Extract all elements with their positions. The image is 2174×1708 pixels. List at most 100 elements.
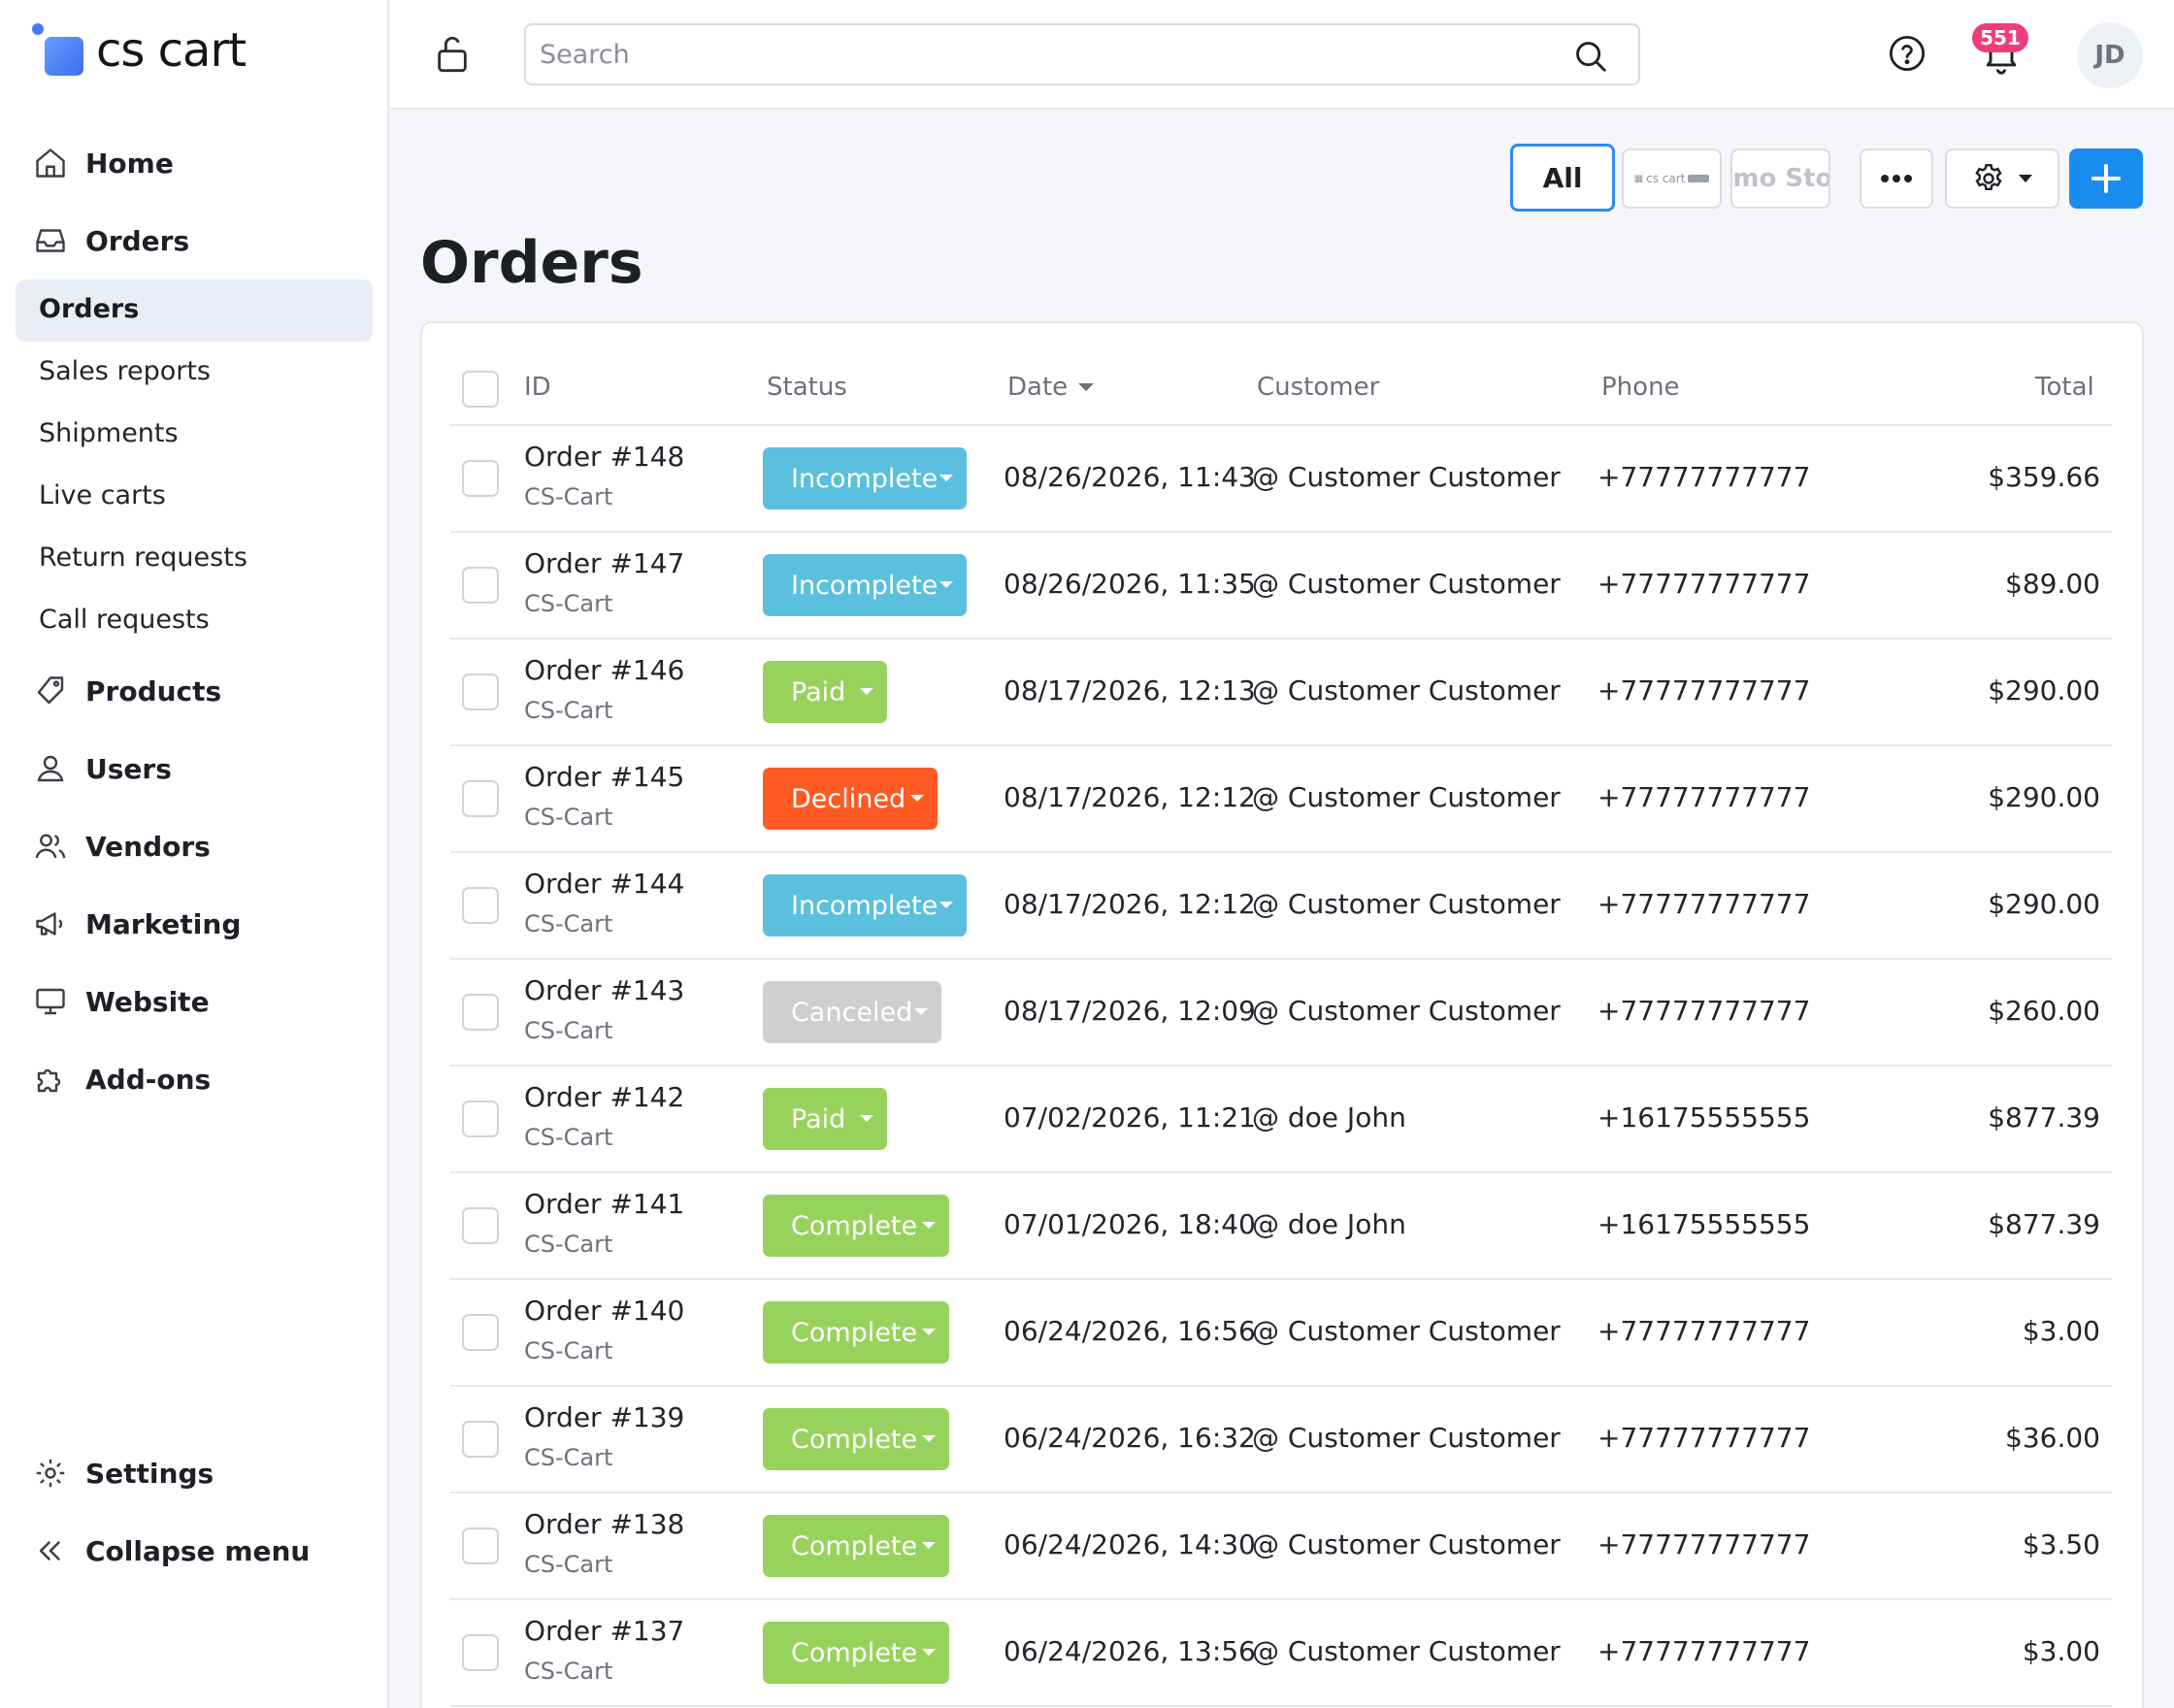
customer-link[interactable]: @ Customer Customer — [1252, 888, 1561, 920]
page-title: Orders — [420, 229, 643, 297]
order-total: $877.39 — [1988, 1208, 2100, 1240]
customer-link[interactable]: @ Customer Customer — [1252, 674, 1561, 706]
brand-logo[interactable]: cs cart — [32, 21, 247, 80]
order-store-name: CS-Cart — [524, 1017, 613, 1044]
settings-dropdown-button[interactable] — [1945, 148, 2059, 209]
customer-phone: +77777777777 — [1598, 461, 1811, 493]
row-checkbox[interactable] — [462, 887, 499, 924]
column-header-customer[interactable]: Customer — [1257, 373, 1379, 402]
caret-down-icon — [922, 1329, 936, 1335]
status-dropdown[interactable]: Complete — [763, 1622, 949, 1684]
order-id-link[interactable]: Order #146 — [524, 654, 684, 686]
more-actions-button[interactable] — [1860, 148, 1933, 209]
status-dropdown[interactable]: Incomplete — [763, 447, 967, 509]
customer-link[interactable]: @ Customer Customer — [1252, 995, 1561, 1027]
customer-link[interactable]: @ Customer Customer — [1252, 781, 1561, 813]
row-checkbox[interactable] — [462, 460, 499, 497]
sidebar-item-label: Users — [85, 752, 172, 785]
column-header-phone[interactable]: Phone — [1601, 373, 1680, 402]
order-id-link[interactable]: Order #141 — [524, 1188, 684, 1220]
row-checkbox[interactable] — [462, 994, 499, 1031]
search-icon[interactable] — [1572, 38, 1609, 79]
sidebar-item-marketing[interactable]: Marketing — [31, 901, 241, 947]
sidebar-subitem-return-requests[interactable]: Return requests — [39, 542, 247, 573]
status-dropdown[interactable]: Incomplete — [763, 874, 967, 936]
sidebar-item-website[interactable]: Website — [31, 978, 210, 1025]
order-id-link[interactable]: Order #140 — [524, 1295, 684, 1327]
status-dropdown[interactable]: Canceled — [763, 981, 941, 1043]
sidebar-item-home[interactable]: Home — [31, 140, 174, 186]
row-checkbox[interactable] — [462, 1314, 499, 1351]
order-id-link[interactable]: Order #137 — [524, 1615, 684, 1647]
user-avatar[interactable]: JD — [2077, 22, 2143, 88]
add-order-button[interactable] — [2069, 148, 2143, 209]
order-id-link[interactable]: Order #142 — [524, 1081, 684, 1113]
column-header-date[interactable]: Date — [1007, 373, 1095, 402]
select-all-checkbox[interactable] — [462, 371, 499, 408]
order-total: $290.00 — [1988, 888, 2100, 920]
order-date: 06/24/2026, 13:56 — [1004, 1635, 1256, 1667]
customer-link[interactable]: @ Customer Customer — [1252, 461, 1561, 493]
status-dropdown[interactable]: Paid — [763, 1088, 887, 1150]
row-checkbox[interactable] — [462, 567, 499, 604]
status-dropdown[interactable]: Complete — [763, 1515, 949, 1577]
status-dropdown[interactable]: Incomplete — [763, 554, 967, 616]
order-id-link[interactable]: Order #138 — [524, 1508, 684, 1540]
sidebar-item-products[interactable]: Products — [31, 668, 221, 714]
collapse-menu-button[interactable]: Collapse menu — [31, 1527, 310, 1574]
row-divider — [450, 531, 2112, 533]
customer-link[interactable]: @ doe John — [1252, 1208, 1406, 1240]
row-checkbox[interactable] — [462, 1634, 499, 1671]
column-header-total[interactable]: Total — [2035, 373, 2094, 402]
customer-phone: +77777777777 — [1598, 1635, 1811, 1667]
order-id-link[interactable]: Order #145 — [524, 761, 684, 793]
sidebar-item-users[interactable]: Users — [31, 745, 172, 792]
order-id-link[interactable]: Order #147 — [524, 547, 684, 579]
status-dropdown[interactable]: Complete — [763, 1408, 949, 1470]
order-total: $36.00 — [2005, 1422, 2100, 1454]
customer-link[interactable]: @ Customer Customer — [1252, 1422, 1561, 1454]
status-dropdown[interactable]: Complete — [763, 1195, 949, 1257]
customer-link[interactable]: @ Customer Customer — [1252, 1635, 1561, 1667]
sidebar-subitem-call-requests[interactable]: Call requests — [39, 605, 210, 635]
sidebar-item-addons[interactable]: Add-ons — [31, 1056, 211, 1102]
sidebar-subitem-sales-reports[interactable]: Sales reports — [39, 356, 211, 386]
sidebar-subitem-orders[interactable]: Orders — [39, 294, 139, 324]
row-checkbox[interactable] — [462, 1100, 499, 1137]
sidebar-item-orders[interactable]: Orders — [31, 217, 189, 264]
sidebar-item-settings[interactable]: Settings — [31, 1450, 214, 1496]
store-filter-cs-cart[interactable]: ▦ cs cart — [1622, 148, 1722, 209]
status-dropdown[interactable]: Declined — [763, 768, 938, 830]
row-checkbox[interactable] — [462, 673, 499, 710]
column-header-id[interactable]: ID — [524, 373, 551, 402]
sidebar-subitem-shipments[interactable]: Shipments — [39, 418, 179, 448]
search-input[interactable] — [526, 39, 1555, 70]
customer-link[interactable]: @ Customer Customer — [1252, 568, 1561, 600]
unlock-icon[interactable] — [433, 33, 472, 80]
store-label: emo Stor — [1732, 164, 1828, 193]
row-checkbox[interactable] — [462, 1207, 499, 1244]
user-icon — [31, 749, 70, 788]
order-id-link[interactable]: Order #148 — [524, 441, 684, 473]
sidebar-subitem-live-carts[interactable]: Live carts — [39, 480, 166, 510]
order-store-name: CS-Cart — [524, 910, 613, 937]
column-header-status[interactable]: Status — [767, 373, 847, 402]
status-dropdown[interactable]: Complete — [763, 1301, 949, 1363]
row-checkbox[interactable] — [462, 1421, 499, 1458]
customer-link[interactable]: @ Customer Customer — [1252, 1528, 1561, 1560]
status-dropdown[interactable]: Paid — [763, 661, 887, 723]
customer-link[interactable]: @ Customer Customer — [1252, 1315, 1561, 1347]
gear-icon — [31, 1454, 70, 1493]
sidebar-item-label: Home — [85, 147, 174, 180]
order-id-link[interactable]: Order #144 — [524, 868, 684, 900]
store-filter-all[interactable]: All — [1510, 144, 1615, 212]
sidebar-item-vendors[interactable]: Vendors — [31, 823, 211, 870]
row-checkbox[interactable] — [462, 780, 499, 817]
order-id-link[interactable]: Order #139 — [524, 1401, 684, 1433]
row-checkbox[interactable] — [462, 1527, 499, 1564]
customer-link[interactable]: @ doe John — [1252, 1101, 1406, 1133]
store-filter-demo-store[interactable]: emo Stor — [1730, 148, 1830, 209]
help-icon[interactable] — [1887, 33, 1927, 78]
order-id-link[interactable]: Order #143 — [524, 974, 684, 1006]
notifications-count-badge: 551 — [1972, 23, 2028, 52]
